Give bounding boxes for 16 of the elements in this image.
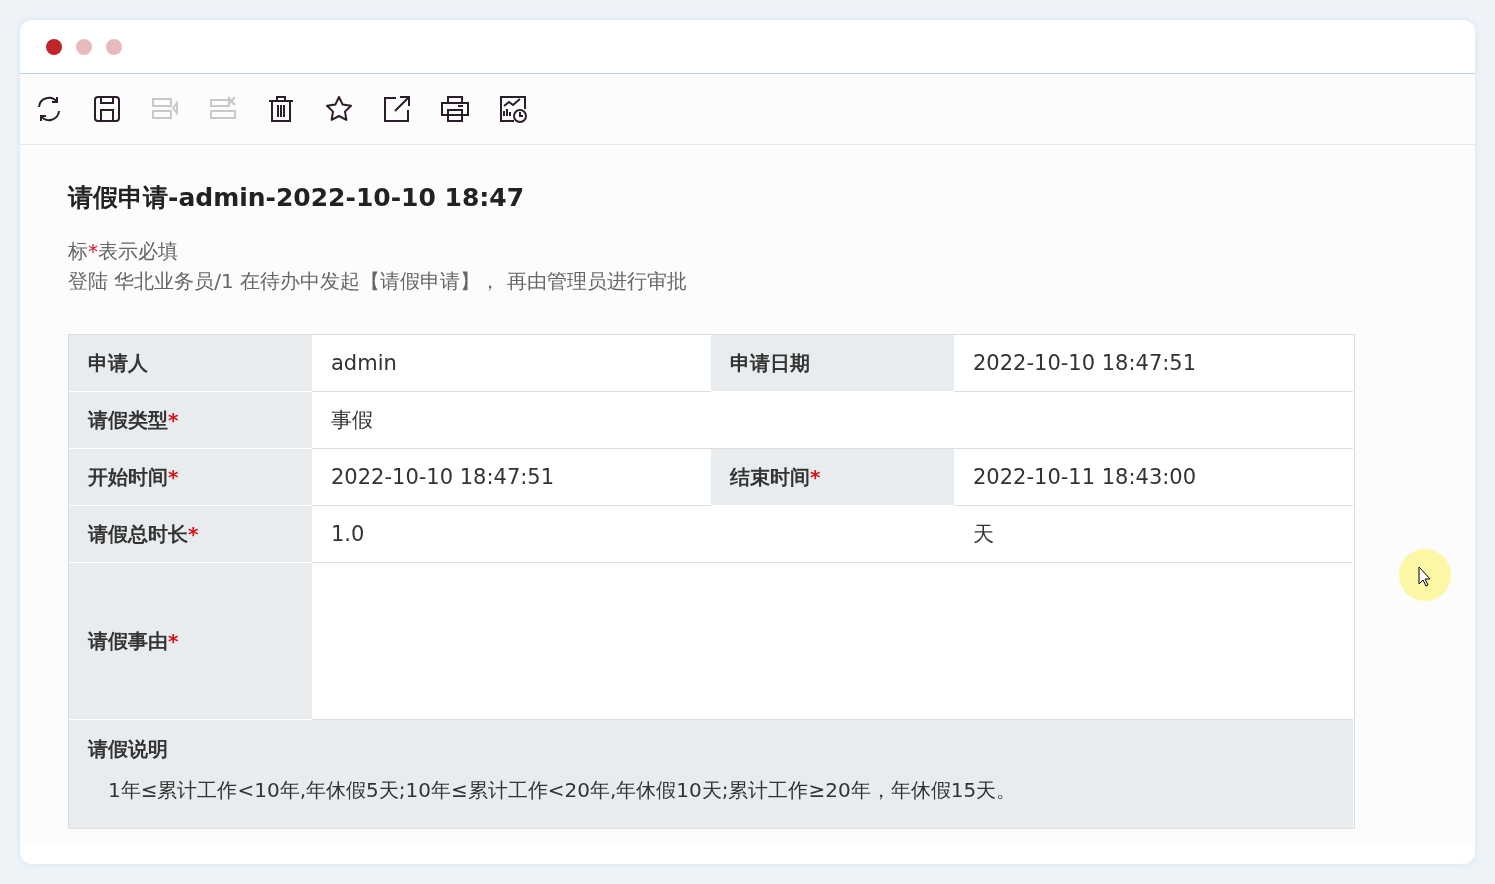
- notes-text: 1年≤累计工作<10年,年休假5天;10年≤累计工作<20年,年休假10天;累计工作≥20年，年休假15天。: [107, 777, 1018, 804]
- form-title: 请假申请-admin-2022-10-10 18:47: [68, 182, 526, 214]
- field-label: 请假事由*: [69, 563, 312, 720]
- field-label: 请假总时长*: [69, 506, 312, 563]
- instruction-text: 登陆 华北业务员/1 在待办中发起【请假申请】， 再由管理员进行审批: [68, 268, 688, 295]
- cursor-highlight-icon: [1398, 548, 1452, 602]
- notes-label: 请假说明: [88, 736, 169, 763]
- field-label: 申请日期: [711, 335, 954, 392]
- unit-label: 天: [973, 521, 994, 548]
- field-label: 结束时间*: [711, 449, 954, 506]
- field-label: 开始时间*: [69, 449, 312, 506]
- close-button[interactable]: [46, 38, 62, 55]
- field-label: 请假类型*: [69, 392, 312, 449]
- required-note: 标*表示必填: [68, 238, 179, 265]
- field-label: 申请人: [69, 335, 312, 392]
- field-value[interactable]: 1.0: [331, 522, 365, 546]
